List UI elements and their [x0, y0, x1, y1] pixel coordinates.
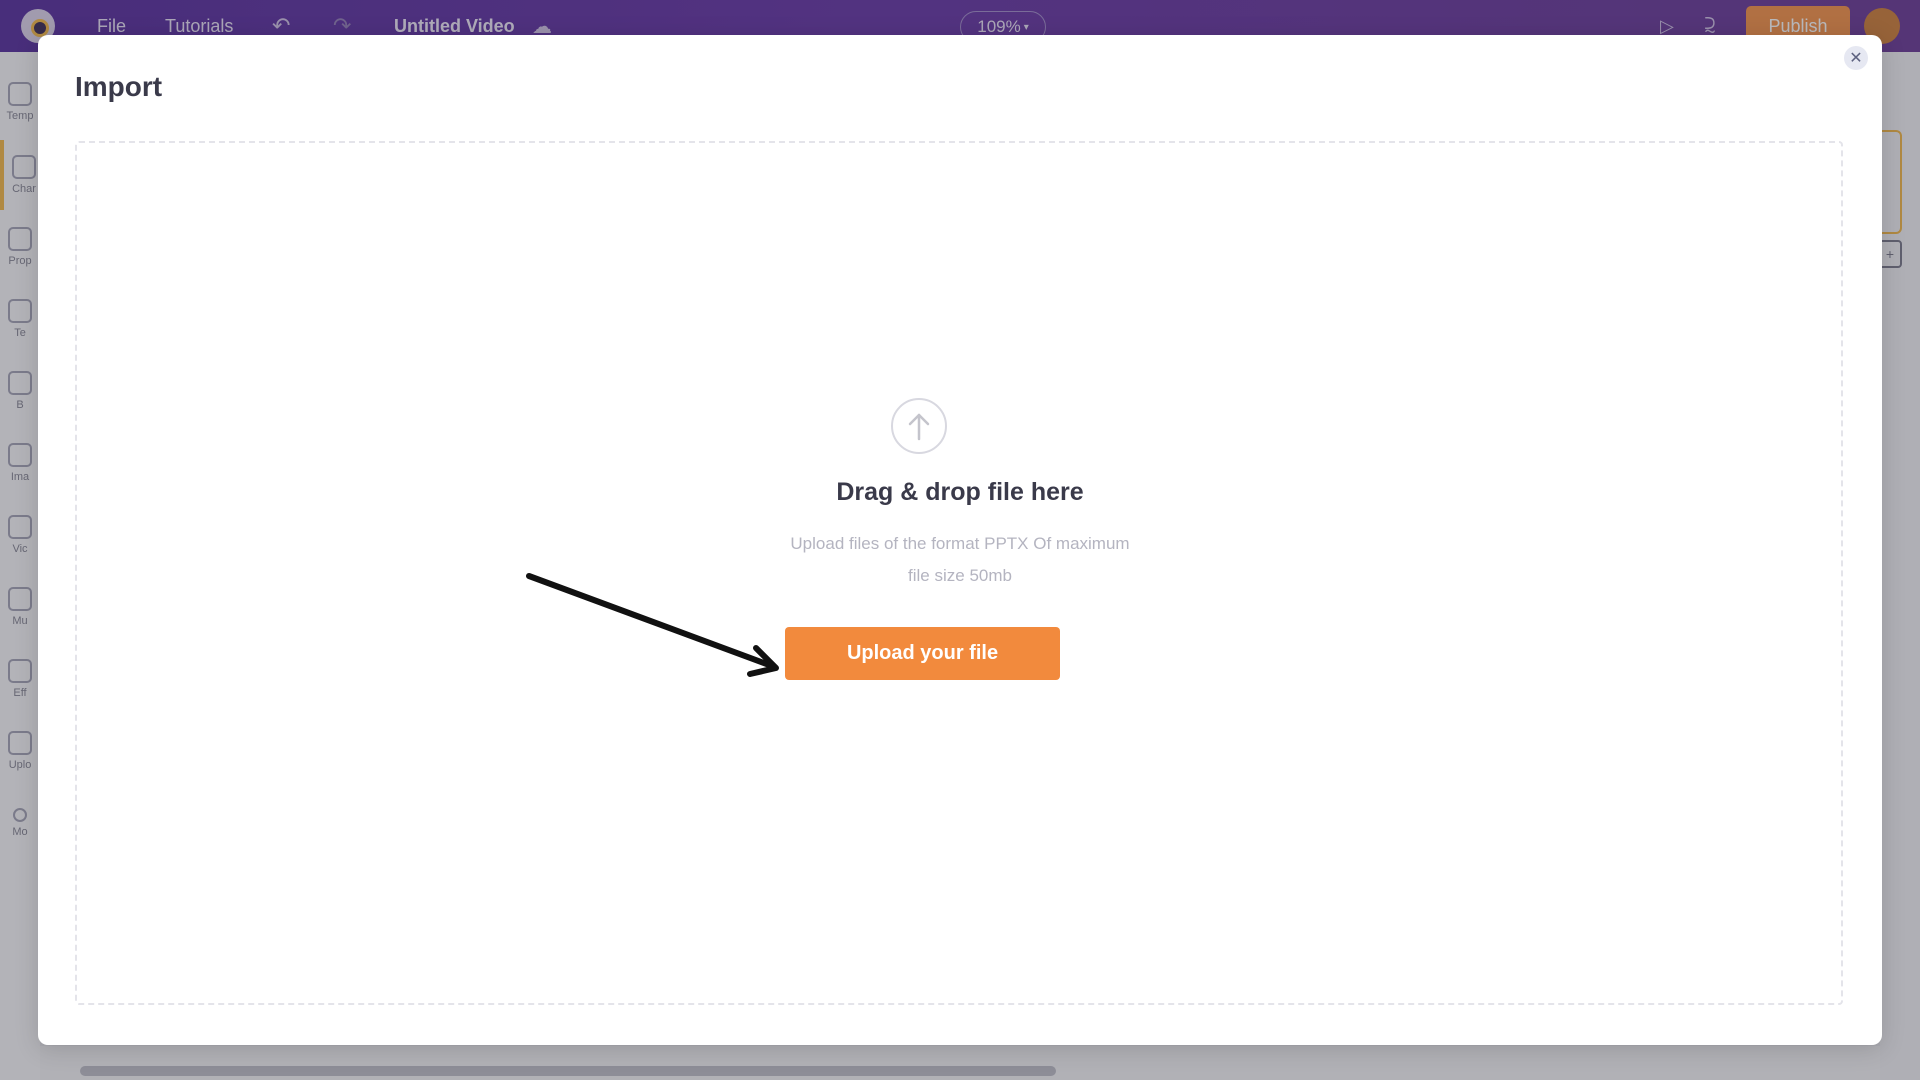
- drop-hint-line-2: file size 50mb: [908, 566, 1012, 585]
- drop-hint-line-1: Upload files of the format PPTX Of maxim…: [790, 534, 1130, 553]
- drop-hint: Upload files of the format PPTX Of maxim…: [770, 528, 1150, 592]
- drop-heading: Drag & drop file here: [836, 478, 1084, 506]
- arrow-up-icon: [891, 398, 947, 454]
- close-icon[interactable]: ✕: [1844, 46, 1868, 70]
- upload-file-button[interactable]: Upload your file: [785, 627, 1060, 680]
- arrow-up-glyph: [908, 413, 930, 441]
- dialog-title: Import: [75, 71, 163, 102]
